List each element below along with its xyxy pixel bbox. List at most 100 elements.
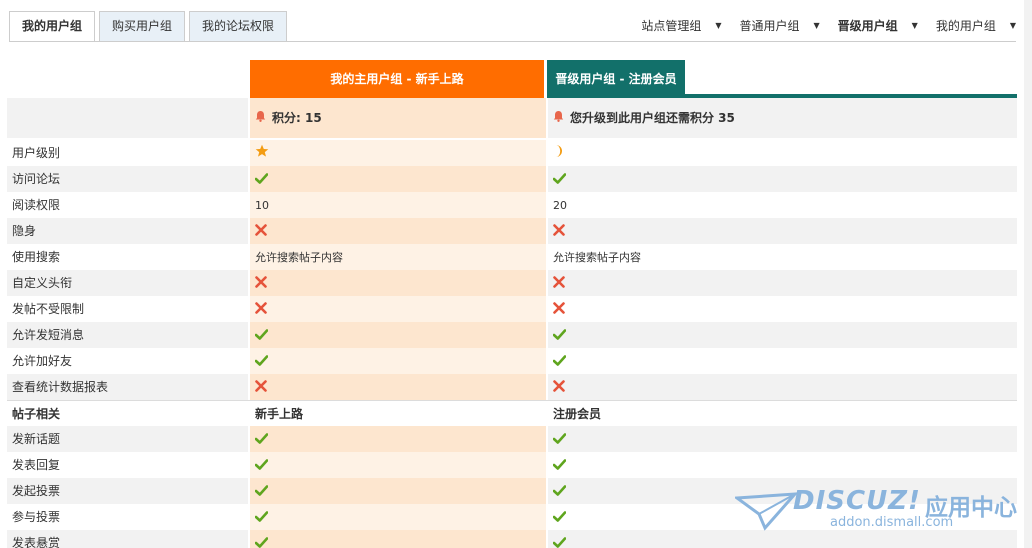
table-row: 自定义头衔 [7, 270, 1017, 296]
table-row: 发新话题 [7, 426, 1017, 452]
check-icon [552, 427, 567, 453]
main-group-value-cell [250, 322, 546, 348]
table-row: 允许发短消息 [7, 322, 1017, 348]
check-icon [254, 479, 269, 505]
promotion-group-dropdown[interactable]: 晋级用户组 ▼ [838, 17, 918, 34]
caret-down-icon: ▼ [715, 21, 722, 30]
group-type-nav: 站点管理组 ▼ 普通用户组 ▼ 晋级用户组 ▼ 我的用户组 ▼ [623, 17, 1016, 34]
main-group-value-cell [250, 504, 546, 530]
discuz-watermark: DISCUZ! 应用中心 addon.dismall.com [735, 486, 1020, 534]
permission-label: 使用搜索 [7, 244, 248, 270]
main-group-value-cell: 10 [250, 192, 546, 218]
check-icon [552, 453, 567, 479]
next-group-value-cell [548, 374, 1017, 400]
permission-label: 允许发短消息 [7, 322, 248, 348]
check-icon [254, 505, 269, 531]
main-group-value-cell [250, 270, 546, 296]
check-icon [254, 427, 269, 453]
tab-forum-permissions[interactable]: 我的论坛权限 [189, 11, 288, 42]
next-group-value-cell [548, 348, 1017, 374]
section-title: 帖子相关 [12, 407, 61, 421]
next-group-value-cell: 20 [548, 192, 1017, 218]
watermark-url: addon.dismall.com [830, 515, 954, 530]
permission-label: 发帖不受限制 [7, 296, 248, 322]
site-admin-group-dropdown[interactable]: 站点管理组 ▼ [641, 17, 721, 34]
main-group-value-cell [250, 530, 546, 548]
permission-table: 积分: 15 您升级到此用户组还需积分 35 用户级别 访问论坛 阅读权限 10 20 隐… [7, 98, 1017, 548]
points-needed-cell: 您升级到此用户组还需积分 35 [548, 98, 1017, 138]
section-next-group: 注册会员 [553, 407, 602, 421]
check-icon [552, 349, 567, 375]
check-icon [254, 531, 269, 548]
permission-label: 访问论坛 [7, 166, 248, 192]
next-group-value-cell [548, 140, 1017, 166]
points-row: 积分: 15 您升级到此用户组还需积分 35 [7, 98, 1017, 138]
check-icon [254, 349, 269, 375]
main-group-value-cell [250, 478, 546, 504]
current-points-text: 积分: 15 [272, 111, 322, 125]
current-points-cell: 积分: 15 [250, 98, 546, 138]
check-icon [254, 323, 269, 349]
check-icon [552, 323, 567, 349]
table-row: 访问论坛 [7, 166, 1017, 192]
next-group-value-cell [548, 452, 1017, 478]
moon-icon [553, 141, 565, 167]
table-row: 查看统计数据报表 [7, 374, 1017, 400]
section-header-row: 帖子相关 新手上路 注册会员 [7, 400, 1017, 426]
permission-label: 发表悬赏 [7, 530, 248, 548]
permission-label: 用户级别 [7, 140, 248, 166]
star-icon [255, 141, 269, 167]
normal-group-dropdown[interactable]: 普通用户组 ▼ [739, 17, 819, 34]
main-group-value-cell [250, 452, 546, 478]
tab-divider [9, 41, 1016, 42]
my-group-label: 我的用户组 [935, 19, 996, 33]
table-row: 阅读权限 10 20 [7, 192, 1017, 218]
promotion-group-label: 晋级用户组 [837, 19, 898, 33]
main-group-header: 我的主用户组 - 新手上路 [250, 60, 544, 98]
permission-value: 允许搜索帖子内容 [553, 251, 641, 264]
check-icon [552, 167, 567, 193]
cross-icon [255, 375, 267, 401]
normal-group-label: 普通用户组 [739, 19, 800, 33]
next-group-header: 晋级用户组 - 注册会员 [547, 60, 685, 98]
permission-label: 参与投票 [7, 504, 248, 530]
permission-label: 发表回复 [7, 452, 248, 478]
table-row: 发帖不受限制 [7, 296, 1017, 322]
site-admin-group-label: 站点管理组 [641, 19, 702, 33]
permission-value: 允许搜索帖子内容 [255, 251, 343, 264]
cross-icon [553, 271, 565, 297]
permission-value: 10 [255, 199, 269, 212]
my-group-dropdown[interactable]: 我的用户组 ▼ [936, 17, 1016, 34]
caret-down-icon: ▼ [1009, 21, 1016, 30]
permission-label: 发新话题 [7, 426, 248, 452]
check-icon [552, 505, 567, 531]
section-main-group: 新手上路 [255, 407, 304, 421]
permission-label: 发起投票 [7, 478, 248, 504]
main-group-value-cell [250, 348, 546, 374]
permission-label: 允许加好友 [7, 348, 248, 374]
scrollbar[interactable] [1024, 0, 1032, 548]
check-icon [254, 167, 269, 193]
next-group-value-cell: 允许搜索帖子内容 [548, 244, 1017, 270]
permission-label: 阅读权限 [7, 192, 248, 218]
main-group-value-cell: 允许搜索帖子内容 [250, 244, 546, 270]
main-group-value-cell [250, 426, 546, 452]
main-group-value-cell [250, 374, 546, 400]
permission-label: 查看统计数据报表 [7, 374, 248, 400]
tab-my-usergroup[interactable]: 我的用户组 [9, 11, 96, 42]
cross-icon [255, 297, 267, 323]
table-row: 使用搜索 允许搜索帖子内容 允许搜索帖子内容 [7, 244, 1017, 270]
next-group-value-cell [548, 296, 1017, 322]
cross-icon [255, 219, 267, 245]
cross-icon [553, 219, 565, 245]
cross-icon [553, 375, 565, 401]
points-needed-text: 您升级到此用户组还需积分 35 [570, 111, 735, 125]
cross-icon [255, 271, 267, 297]
bell-icon [553, 98, 564, 138]
check-icon [254, 453, 269, 479]
tab-buy-usergroup[interactable]: 购买用户组 [99, 11, 186, 42]
next-group-value-cell [548, 426, 1017, 452]
next-group-value-cell [548, 322, 1017, 348]
table-row: 允许加好友 [7, 348, 1017, 374]
cross-icon [553, 297, 565, 323]
